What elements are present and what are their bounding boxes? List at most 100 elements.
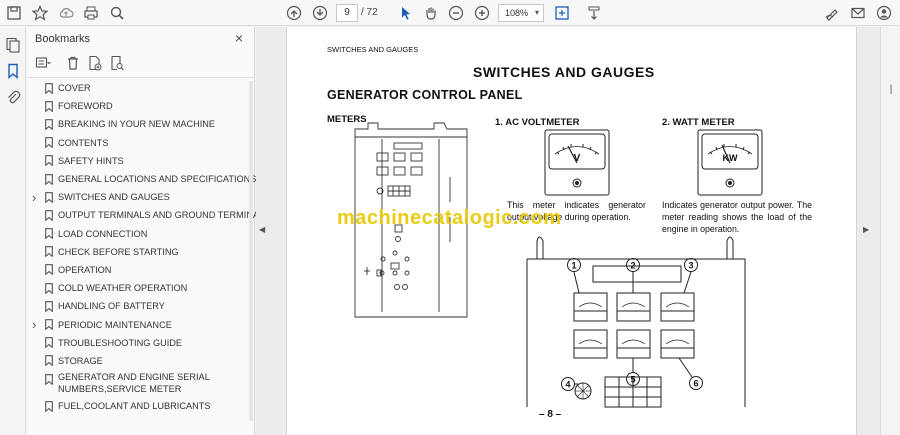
bookmark-label: PERIODIC MAINTENANCE	[58, 319, 172, 330]
bookmark-icon	[45, 282, 53, 294]
bookmark-item[interactable]: FOREWORD	[27, 97, 255, 115]
bookmark-item[interactable]: › SWITCHES AND GAUGES	[27, 188, 255, 206]
bookmarks-title: Bookmarks	[35, 33, 91, 45]
zoom-in-icon[interactable]	[472, 3, 492, 23]
section-title: GENERATOR CONTROL PANEL	[327, 88, 523, 102]
bookmark-item[interactable]: GENERATOR AND ENGINE SERIAL NUMBERS,SERV…	[27, 370, 255, 397]
bookmark-item[interactable]: OUTPUT TERMINALS AND GROUND TERMINAL	[27, 206, 264, 224]
bookmark-item[interactable]: FUEL,COOLANT AND LUBRICANTS	[27, 397, 255, 415]
bookmark-item[interactable]: HANDLING OF BATTERY	[27, 297, 255, 315]
bookmark-label: GENERATOR AND ENGINE SERIAL NUMBERS,SERV…	[58, 372, 210, 394]
bookmark-icon	[45, 264, 53, 276]
bookmark-label: SAFETY HINTS	[58, 155, 124, 166]
hand-tool-icon[interactable]	[421, 3, 441, 23]
page-number: – 8 –	[539, 409, 562, 420]
bookmark-icon	[45, 355, 53, 367]
bookmark-label: FUEL,COOLANT AND LUBRICANTS	[58, 401, 211, 412]
delete-icon[interactable]	[63, 53, 83, 73]
bookmark-item[interactable]: › PERIODIC MAINTENANCE	[27, 315, 255, 333]
bookmarks-scrollbar[interactable]	[249, 81, 253, 421]
bookmark-item[interactable]: SAFETY HINTS	[27, 152, 255, 170]
close-icon[interactable]: ×	[231, 30, 247, 46]
page-down-icon[interactable]	[310, 3, 330, 23]
bookmark-label: STORAGE	[58, 355, 103, 366]
bookmark-icon	[45, 246, 53, 258]
bookmarks-panel-icon[interactable]	[3, 61, 23, 81]
callout-1: 1	[571, 261, 576, 271]
chevron-right-icon[interactable]: ›	[32, 190, 42, 205]
bookmark-item[interactable]: OPERATION	[27, 261, 255, 279]
watt-meter-heading: 2. WATT METER	[662, 117, 735, 128]
sign-pen-icon[interactable]	[822, 3, 842, 23]
page-number-input[interactable]: 9	[336, 4, 358, 22]
bookmark-icon	[45, 119, 53, 130]
upload-cloud-icon[interactable]	[56, 3, 76, 23]
bookmark-label: COVER	[58, 83, 91, 94]
page-total: / 72	[361, 7, 378, 18]
bookmark-label: HANDLING OF BATTERY	[58, 301, 165, 312]
vertical-scroll-marker[interactable]: |	[881, 79, 900, 99]
zoom-out-icon[interactable]	[446, 3, 466, 23]
callout-2: 2	[630, 261, 635, 271]
control-panel-illustration	[526, 236, 746, 408]
bookmark-label: CONTENTS	[58, 137, 109, 148]
page-title: SWITCHES AND GAUGES	[473, 64, 655, 80]
find-bookmark-icon[interactable]	[107, 53, 127, 73]
bookmark-icon	[45, 228, 53, 240]
chevron-down-icon: ▾	[534, 8, 539, 17]
callout-3: 3	[688, 261, 693, 271]
document-viewport[interactable]: ◀ ▶ 1 2 3 4 5 6 V KW SWITCHES AND GAUGES…	[256, 27, 900, 435]
bookmark-icon	[45, 173, 53, 185]
bookmark-icon	[45, 191, 53, 203]
bookmark-item[interactable]: COVER	[27, 79, 255, 97]
pdf-page: 1 2 3 4 5 6 V KW SWITCHES AND GAUGES SWI…	[286, 27, 857, 435]
bookmark-icon	[45, 337, 53, 349]
callout-4: 4	[565, 380, 570, 390]
callout-5: 5	[630, 375, 635, 385]
collapse-panel-arrow-icon[interactable]: ◀	[259, 225, 265, 234]
callout-6: 6	[693, 379, 698, 389]
watermark-text: machinecatalogic.com	[337, 207, 562, 229]
bookmark-item[interactable]: CHECK BEFORE STARTING	[27, 243, 255, 261]
left-rail	[0, 27, 26, 435]
bookmark-item[interactable]: CONTENTS	[27, 134, 255, 152]
meters-heading: METERS	[327, 114, 367, 125]
bookmark-item[interactable]: GENERAL LOCATIONS AND SPECIFICATIONS	[27, 170, 256, 188]
right-gutter: |	[880, 27, 900, 435]
zoom-select[interactable]: 108% ▾	[498, 4, 544, 22]
bookmark-item[interactable]: COLD WEATHER OPERATION	[27, 279, 255, 297]
attachment-icon[interactable]	[3, 87, 23, 107]
mail-icon[interactable]	[848, 3, 868, 23]
bookmark-item[interactable]: STORAGE	[27, 352, 255, 370]
search-icon[interactable]	[107, 3, 127, 23]
bookmark-label: OUTPUT TERMINALS AND GROUND TERMINAL	[58, 210, 265, 221]
print-icon[interactable]	[81, 3, 101, 23]
bookmark-icon	[45, 319, 53, 331]
watt-meter-description: Indicates generator output power. The me…	[662, 200, 812, 234]
bookmark-item[interactable]: TROUBLESHOOTING GUIDE	[27, 334, 255, 352]
scroll-mode-icon[interactable]	[584, 3, 604, 23]
fit-page-icon[interactable]	[552, 3, 572, 23]
select-cursor-icon[interactable]	[396, 3, 416, 23]
bookmark-item[interactable]: BREAKING IN YOUR NEW MACHINE	[27, 115, 255, 133]
bookmark-star-icon[interactable]	[30, 3, 50, 23]
bookmarks-panel: Bookmarks × COVER FOREWORD BREAKING IN YOU…	[27, 27, 264, 435]
page-thumbnails-icon[interactable]	[3, 35, 23, 55]
volt-unit-label: V	[574, 153, 581, 164]
top-toolbar: 9 / 72 108% ▾	[0, 0, 900, 26]
bookmark-label: BREAKING IN YOUR NEW MACHINE	[58, 119, 216, 130]
bookmark-options-icon[interactable]	[33, 53, 53, 73]
bookmark-icon	[45, 82, 53, 94]
bookmark-icon	[45, 300, 53, 312]
bookmarks-list: COVER FOREWORD BREAKING IN YOUR NEW MACHIN…	[27, 79, 264, 415]
expand-panel-arrow-icon[interactable]: ▶	[863, 225, 869, 234]
save-icon[interactable]	[4, 3, 24, 23]
new-bookmark-icon[interactable]	[85, 53, 105, 73]
ac-voltmeter-heading: 1. AC VOLTMETER	[495, 117, 580, 128]
account-icon[interactable]	[874, 3, 894, 23]
running-header: SWITCHES AND GAUGES	[327, 45, 419, 54]
chevron-right-icon[interactable]: ›	[32, 317, 42, 332]
bookmark-item[interactable]: LOAD CONNECTION	[27, 225, 255, 243]
page-up-icon[interactable]	[284, 3, 304, 23]
bookmark-icon	[45, 155, 53, 167]
